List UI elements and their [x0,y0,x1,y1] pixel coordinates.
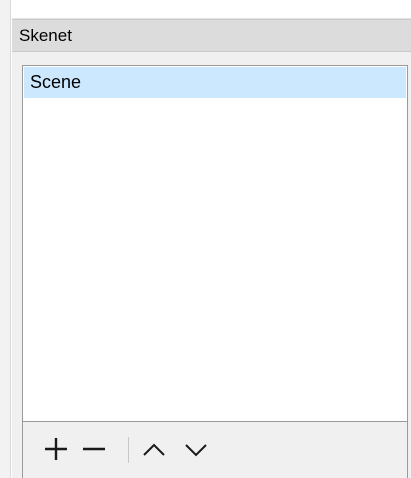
left-edge-panel [0,0,11,478]
move-scene-down-button[interactable] [181,434,211,464]
dock-title-bar[interactable]: Skenet [12,19,411,52]
toolbar-separator [128,437,129,463]
remove-icon [83,447,105,451]
dock-title: Skenet [19,25,72,45]
scenes-dock: Skenet Scene [12,14,411,478]
scene-list[interactable]: Scene [22,65,408,422]
scene-list-item-label: Scene [30,72,82,92]
remove-scene-button[interactable] [79,434,109,464]
move-down-icon [185,444,207,457]
scene-toolbar [22,422,408,478]
add-icon [45,438,67,460]
add-scene-button[interactable] [41,434,71,464]
scene-list-item[interactable]: Scene [24,67,406,98]
move-scene-up-button[interactable] [139,434,169,464]
move-up-icon [143,443,165,456]
